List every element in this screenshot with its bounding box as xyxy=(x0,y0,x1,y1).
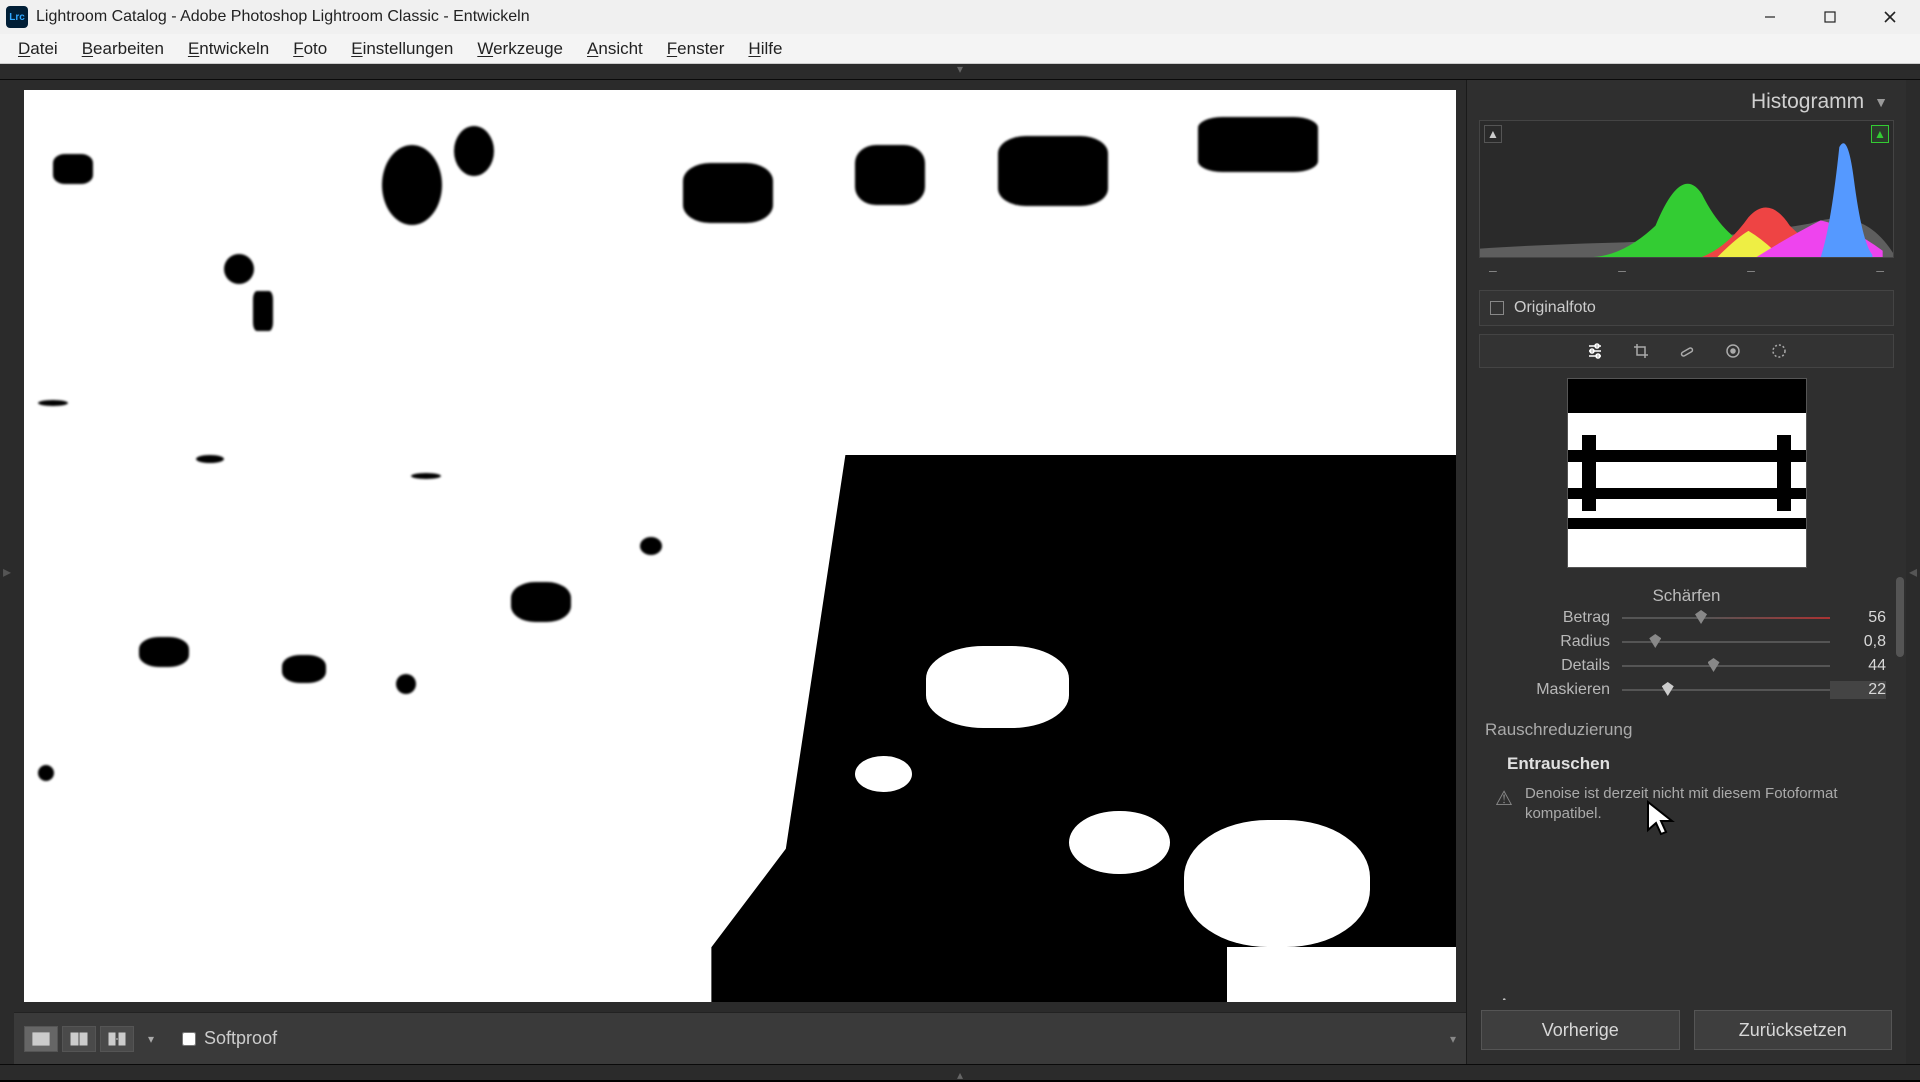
redeye-icon[interactable] xyxy=(1723,342,1743,360)
menubar: Datei Bearbeiten Entwickeln Foto Einstel… xyxy=(0,34,1920,64)
softproof-label: Softproof xyxy=(204,1028,277,1049)
view-beforeafter-tb-button[interactable] xyxy=(100,1026,134,1052)
menu-foto[interactable]: Foto xyxy=(281,35,339,63)
menu-fenster[interactable]: Fenster xyxy=(655,35,737,63)
detail-preview-thumbnail[interactable] xyxy=(1567,378,1807,568)
menu-datei[interactable]: Datei xyxy=(6,35,70,63)
canvas-toolbar: ▾ Softproof ▾ xyxy=(14,1012,1466,1064)
develop-right-panel: Histogramm ▼ ▲ ▲ xyxy=(1466,80,1906,1064)
slider-maskieren-value[interactable]: 22 xyxy=(1830,681,1886,699)
menu-einstellungen[interactable]: Einstellungen xyxy=(339,35,465,63)
sliders-icon[interactable] xyxy=(1585,342,1605,360)
softproof-checkbox[interactable] xyxy=(182,1032,196,1046)
histogram-collapse-icon[interactable]: ▼ xyxy=(1874,94,1888,110)
previous-button[interactable]: Vorherige xyxy=(1481,1010,1680,1050)
window-title: Lightroom Catalog - Adobe Photoshop Ligh… xyxy=(36,8,530,26)
original-label: Originalfoto xyxy=(1514,299,1596,317)
filmstrip-collapsed[interactable] xyxy=(0,1064,1920,1080)
mask-icon[interactable] xyxy=(1769,342,1789,360)
slider-maskieren: Maskieren 22 xyxy=(1467,678,1906,702)
sharpen-section-title: Schärfen xyxy=(1467,586,1906,606)
histogram-meta: – – – – xyxy=(1467,258,1906,282)
warning-icon: ⚠ xyxy=(1495,786,1513,825)
maximize-button[interactable] xyxy=(1800,0,1860,34)
noise-section-title: Rauschreduzierung xyxy=(1467,702,1906,744)
menu-bearbeiten[interactable]: Bearbeiten xyxy=(70,35,176,63)
slider-details-value[interactable]: 44 xyxy=(1830,657,1886,675)
menu-ansicht[interactable]: Ansicht xyxy=(575,35,655,63)
image-preview[interactable] xyxy=(24,90,1456,1002)
minimize-button[interactable] xyxy=(1740,0,1800,34)
module-picker-collapsed[interactable] xyxy=(0,64,1920,80)
original-checkbox[interactable] xyxy=(1490,301,1504,315)
slider-details-track[interactable] xyxy=(1622,663,1830,669)
histogram[interactable]: ▲ ▲ xyxy=(1479,120,1894,258)
slider-maskieren-track[interactable] xyxy=(1622,687,1830,693)
heal-icon[interactable] xyxy=(1677,342,1697,360)
slider-radius-track[interactable] xyxy=(1622,639,1830,645)
toolbar-options-dropdown[interactable]: ▾ xyxy=(1450,1032,1456,1046)
right-panel-collapse[interactable]: ◂ xyxy=(1906,80,1920,1064)
denoise-message: Denoise ist derzeit nicht mit diesem Fot… xyxy=(1525,784,1888,825)
reset-button[interactable]: Zurücksetzen xyxy=(1694,1010,1893,1050)
slider-betrag: Betrag 56 xyxy=(1467,606,1906,630)
histogram-title[interactable]: Histogramm xyxy=(1751,90,1864,114)
slider-radius: Radius 0,8 xyxy=(1467,630,1906,654)
denoise-button[interactable]: Entrauschen xyxy=(1467,744,1906,780)
slider-betrag-value[interactable]: 56 xyxy=(1830,609,1886,627)
app-icon: Lrc xyxy=(6,6,28,28)
right-panel-scrollbar[interactable] xyxy=(1896,577,1904,657)
slider-radius-value[interactable]: 0,8 xyxy=(1830,633,1886,651)
menu-entwickeln[interactable]: Entwickeln xyxy=(176,35,281,63)
menu-werkzeuge[interactable]: Werkzeuge xyxy=(465,35,575,63)
close-button[interactable] xyxy=(1860,0,1920,34)
view-mode-dropdown[interactable]: ▾ xyxy=(144,1032,158,1046)
crop-icon[interactable] xyxy=(1631,342,1651,360)
tool-strip xyxy=(1479,334,1894,368)
menu-hilfe[interactable]: Hilfe xyxy=(736,35,794,63)
original-photo-row[interactable]: Originalfoto xyxy=(1479,290,1894,326)
view-loupe-button[interactable] xyxy=(24,1026,58,1052)
slider-details: Details 44 xyxy=(1467,654,1906,678)
titlebar: Lrc Lightroom Catalog - Adobe Photoshop … xyxy=(0,0,1920,34)
view-beforeafter-lr-button[interactable] xyxy=(62,1026,96,1052)
left-panel-expand[interactable]: ▸ xyxy=(0,80,14,1064)
slider-betrag-track[interactable] xyxy=(1622,615,1830,621)
